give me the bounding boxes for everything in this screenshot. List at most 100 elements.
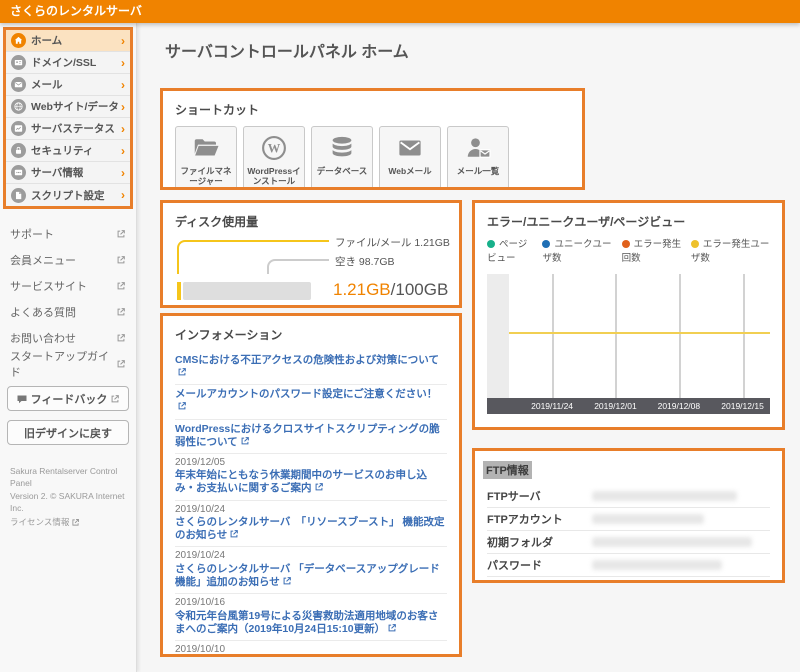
app-header: さくらのレンタルサーバ xyxy=(0,0,800,23)
sidebar-menu-item[interactable]: Webサイト/データ › xyxy=(6,96,130,118)
wordpress-icon xyxy=(259,133,289,163)
legend-dot xyxy=(691,240,699,248)
news-link[interactable]: さくらのレンタルサーバ 「リソースブースト」 機能改定のお知らせ xyxy=(175,516,447,542)
sidebar-link[interactable]: サービスサイト xyxy=(10,273,126,299)
shortcuts-card: ショートカット ファイルマネージャー WordPressインストール xyxy=(160,88,585,190)
sidebar-menu-item[interactable]: メール › xyxy=(6,74,130,96)
shortcut-label: メール一覧 xyxy=(457,166,500,176)
external-link-icon xyxy=(177,401,187,411)
webmail-icon xyxy=(395,133,425,163)
news-link[interactable]: WordPressにおけるクロスサイトスクリプティングの脆弱性について xyxy=(175,423,447,449)
information-title: インフォメーション xyxy=(175,326,447,343)
page: さくらのレンタルサーバ ホーム › ドメイン/SSL xyxy=(0,0,800,672)
external-link-icon xyxy=(116,229,126,239)
external-link-icon xyxy=(387,623,397,633)
news-link[interactable]: 令和元年台風第19号による災害救助法適用地域のお客さまへのご案内（2019年10… xyxy=(175,610,447,636)
external-link-icon xyxy=(116,255,126,265)
sidebar-menu-label: スクリプト設定 xyxy=(31,188,105,203)
disk-used-bar xyxy=(177,282,181,300)
news-date: 2019/10/24 xyxy=(175,550,447,563)
stats-plot xyxy=(487,274,770,398)
menu-icon-circle xyxy=(11,121,26,136)
sidebar-menu-item[interactable]: ドメイン/SSL › xyxy=(6,52,130,74)
disk-usage-card: ディスク使用量 ファイル/メール 1.21GB 空き 98.7GB 1.21GB… xyxy=(160,200,462,308)
stats-title: エラー/ユニークユーザ/ページビュー xyxy=(487,213,770,230)
shortcut-button[interactable]: メール一覧 xyxy=(447,126,509,190)
news-item: メールアカウントのパスワード設定にご注意ください！ xyxy=(175,385,447,419)
shortcut-button[interactable]: WordPressインストール xyxy=(243,126,305,190)
feedback-button[interactable]: フィードバック xyxy=(7,386,129,411)
redacted-value xyxy=(592,560,722,570)
x-axis-label: 2019/12/15 xyxy=(721,401,764,411)
home-icon xyxy=(13,35,24,46)
disk-used-value: 1.21GB xyxy=(333,280,391,299)
legend-item: エラー発生回数 xyxy=(622,238,683,266)
old-design-button[interactable]: 旧デザインに戻す xyxy=(7,420,129,445)
disk-free-label: 空き 98.7GB xyxy=(335,254,395,269)
external-link-icon xyxy=(71,518,80,527)
sidebar-link[interactable]: スタートアップガイド xyxy=(10,351,126,377)
sidebar-link[interactable]: サポート xyxy=(10,221,126,247)
shortcut-label: Webメール xyxy=(388,166,431,176)
sidebar-menu-label: ホーム xyxy=(31,33,62,48)
news-link[interactable]: さくらのレンタルサーバ 「データベースアップグレード機能」追加のお知らせ xyxy=(175,563,447,589)
news-item: 2019/10/16 令和元年台風第19号による災害救助法適用地域のお客さまへの… xyxy=(175,594,447,641)
sidebar-menu-item[interactable]: セキュリティ › xyxy=(6,140,130,162)
sidebar-menu-label: セキュリティ xyxy=(31,143,93,158)
license-link[interactable]: ライセンス情報 xyxy=(10,516,80,528)
chevron-right-icon: › xyxy=(121,35,125,47)
feedback-button-label: フィードバック xyxy=(31,391,108,407)
shortcut-button[interactable]: データベース xyxy=(311,126,373,190)
shortcut-button[interactable]: Webメール xyxy=(379,126,441,190)
page-title: サーバコントロールパネル ホーム xyxy=(165,38,409,62)
script-settings-icon xyxy=(13,190,24,201)
news-date: 2019/12/05 xyxy=(175,457,447,470)
sidebar-menu-label: メール xyxy=(31,77,63,92)
news-item: CMSにおける不正アクセスの危険性および対策について xyxy=(175,351,447,385)
shortcut-button[interactable]: ファイルマネージャー xyxy=(175,126,237,190)
sidebar-menu-item[interactable]: ホーム › xyxy=(6,30,130,52)
information-card: インフォメーション CMSにおける不正アクセスの危険性および対策について メール… xyxy=(160,313,462,657)
disk-usage-title: ディスク使用量 xyxy=(175,213,447,230)
sidebar-menu-label: サーバ情報 xyxy=(31,165,83,180)
external-link-icon xyxy=(240,436,250,446)
external-link-icon xyxy=(116,281,126,291)
gridline xyxy=(743,274,745,398)
news-link[interactable]: 「さくらのレンタルサーバロゴデザインコンテスト」を実施 xyxy=(175,656,447,657)
sidebar-menu-item[interactable]: サーバ情報 › xyxy=(6,162,130,184)
external-link-icon xyxy=(314,482,324,492)
gridline xyxy=(552,274,554,398)
sidebar-link[interactable]: 会員メニュー xyxy=(10,247,126,273)
ftp-row-label: FTPアカウント xyxy=(487,511,592,527)
external-link-icon xyxy=(110,394,120,404)
y-axis-band xyxy=(487,274,509,398)
shortcut-label: WordPressインストール xyxy=(245,166,303,186)
external-link-icon xyxy=(177,367,187,377)
news-link[interactable]: 年末年始にともなう休業期間中のサービスのお申し込み・お支払いに関するご案内 xyxy=(175,469,447,495)
news-date: 2019/10/24 xyxy=(175,504,447,517)
news-item: 2019/10/24 さくらのレンタルサーバ 「データベースアップグレード機能」… xyxy=(175,547,447,594)
x-axis-label: 2019/11/24 xyxy=(531,401,573,411)
sidebar-link-label: サポート xyxy=(10,226,54,242)
server-status-icon xyxy=(13,123,24,134)
footer-line-2: Version 2. © SAKURA Internet Inc. xyxy=(10,490,126,515)
disk-file-label: ファイル/メール 1.21GB xyxy=(335,235,450,250)
disk-total-value: /100GB xyxy=(391,280,449,299)
sidebar-menu-item[interactable]: スクリプト設定 › xyxy=(6,184,130,206)
old-design-button-label: 旧デザインに戻す xyxy=(24,425,112,441)
news-item: 2019/10/10 「さくらのレンタルサーバロゴデザインコンテスト」を実施 xyxy=(175,641,447,657)
database-icon xyxy=(327,133,357,163)
legend-dot xyxy=(542,240,550,248)
menu-icon-circle xyxy=(11,165,26,180)
sidebar-link-label: スタートアップガイド xyxy=(10,348,116,380)
sidebar-link-label: サービスサイト xyxy=(10,278,87,294)
sidebar-menu-item[interactable]: サーバステータス › xyxy=(6,118,130,140)
sidebar-link[interactable]: よくある質問 xyxy=(10,299,126,325)
sidebar-menu-label: サーバステータス xyxy=(31,121,115,136)
chevron-right-icon: › xyxy=(121,79,125,91)
news-link[interactable]: メールアカウントのパスワード設定にご注意ください！ xyxy=(175,388,447,414)
disk-usage-summary: 1.21GB/100GB xyxy=(333,280,448,300)
x-axis-label: 2019/12/01 xyxy=(594,401,637,411)
news-link[interactable]: CMSにおける不正アクセスの危険性および対策について xyxy=(175,354,447,380)
ftp-info-title: FTP情報 xyxy=(483,461,532,479)
